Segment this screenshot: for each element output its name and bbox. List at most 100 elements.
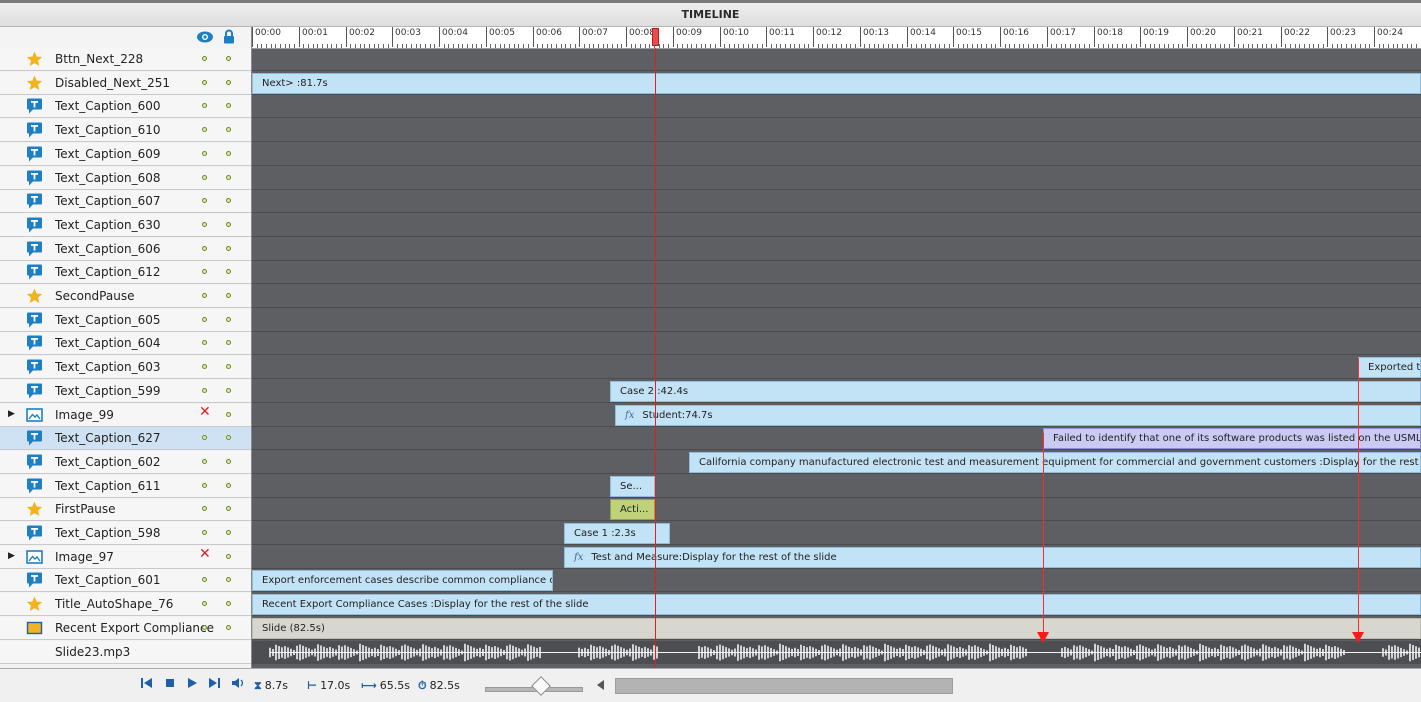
layer-row[interactable]: Text_Caption_610	[0, 119, 251, 142]
lock-toggle[interactable]	[225, 150, 233, 158]
visibility-toggle[interactable]	[201, 339, 209, 347]
lock-toggle[interactable]	[225, 411, 233, 419]
eye-icon[interactable]	[196, 30, 214, 44]
next-icon[interactable]	[207, 677, 221, 689]
scroll-left-icon[interactable]	[597, 680, 604, 690]
visibility-toggle[interactable]	[201, 197, 209, 205]
lock-icon[interactable]	[223, 29, 235, 44]
lock-toggle[interactable]	[225, 197, 233, 205]
timeline-bar[interactable]: Recent Export Compliance Cases :Display …	[252, 594, 1421, 615]
cue-arrow-icon[interactable]	[1037, 632, 1049, 643]
stop-icon[interactable]	[164, 677, 176, 689]
visibility-toggle[interactable]	[201, 79, 209, 87]
time-ruler[interactable]: 00:00 00:01 00:02 00:03 00:04 00:05 00:06 00:07…	[252, 27, 1421, 49]
timeline-bar[interactable]: Export enforcement cases describe common…	[252, 570, 553, 591]
visibility-toggle[interactable]	[201, 458, 209, 466]
audio-waveform[interactable]	[252, 641, 1421, 664]
visibility-toggle[interactable]	[201, 600, 209, 608]
cue-arrow-icon[interactable]	[1352, 632, 1364, 643]
layer-row[interactable]: Text_Caption_600	[0, 95, 251, 118]
lock-toggle[interactable]	[225, 126, 233, 134]
timeline-bar[interactable]: California company manufactured electron…	[689, 452, 1421, 473]
lock-toggle[interactable]	[225, 292, 233, 300]
layer-row[interactable]: Text_Caption_599	[0, 380, 251, 403]
visibility-toggle[interactable]	[201, 316, 209, 324]
lock-toggle[interactable]	[225, 79, 233, 87]
visibility-toggle[interactable]	[201, 529, 209, 537]
layer-row[interactable]: Text_Caption_598	[0, 522, 251, 545]
lock-toggle[interactable]	[225, 102, 233, 110]
lock-toggle[interactable]	[225, 482, 233, 490]
visibility-toggle[interactable]	[201, 624, 209, 632]
layer-row[interactable]: ▶ Image_97 ✕	[0, 546, 251, 569]
expand-arrow-icon[interactable]: ▶	[8, 409, 16, 420]
playhead-line[interactable]	[655, 48, 656, 668]
layer-row[interactable]: Text_Caption_603	[0, 356, 251, 379]
visibility-toggle[interactable]	[201, 174, 209, 182]
timeline-bar[interactable]: fx Student:74.7s	[615, 405, 1421, 426]
timeline-bar[interactable]: Slide (82.5s)	[252, 618, 1421, 639]
visibility-toggle[interactable]	[201, 268, 209, 276]
lock-toggle[interactable]	[225, 458, 233, 466]
visibility-toggle[interactable]	[201, 245, 209, 253]
visibility-toggle[interactable]	[201, 434, 209, 442]
visibility-toggle[interactable]	[201, 363, 209, 371]
visibility-toggle[interactable]	[201, 150, 209, 158]
play-icon[interactable]	[186, 677, 198, 689]
layer-row[interactable]: Text_Caption_605	[0, 309, 251, 332]
layer-row[interactable]: Disabled_Next_251	[0, 72, 251, 95]
layer-row[interactable]: Text_Caption_627	[0, 427, 251, 450]
rewind-icon[interactable]	[140, 677, 154, 689]
layer-row[interactable]: Text_Caption_630	[0, 214, 251, 237]
visibility-toggle[interactable]	[201, 102, 209, 110]
visibility-toggle[interactable]	[201, 482, 209, 490]
timeline-bar[interactable]: Failed to identify that one of its softw…	[1043, 428, 1421, 449]
timeline-bar[interactable]: Se...	[610, 476, 655, 497]
lock-toggle[interactable]	[225, 268, 233, 276]
lock-toggle[interactable]	[225, 363, 233, 371]
layer-row[interactable]: Text_Caption_602	[0, 451, 251, 474]
visibility-toggle[interactable]	[201, 292, 209, 300]
visibility-toggle[interactable]	[201, 505, 209, 513]
lock-toggle[interactable]	[225, 600, 233, 608]
layer-row[interactable]: Text_Caption_606	[0, 238, 251, 261]
layer-row[interactable]: Title_AutoShape_76	[0, 593, 251, 616]
layer-row[interactable]: Text_Caption_604	[0, 332, 251, 355]
lock-toggle[interactable]	[225, 553, 233, 561]
timeline-bar[interactable]: Next> :81.7s	[252, 73, 1421, 94]
layer-row[interactable]: FirstPause	[0, 498, 251, 521]
lock-toggle[interactable]	[225, 576, 233, 584]
layer-row[interactable]: Text_Caption_608	[0, 167, 251, 190]
layer-row[interactable]: Slide23.mp3	[0, 641, 251, 664]
layer-row[interactable]: Text_Caption_607	[0, 190, 251, 213]
timeline-bar[interactable]: Acti...	[610, 499, 655, 520]
zoom-slider-thumb[interactable]	[531, 676, 551, 696]
audio-icon[interactable]	[231, 677, 245, 689]
lock-toggle[interactable]	[225, 529, 233, 537]
lock-toggle[interactable]	[225, 434, 233, 442]
horizontal-scrollbar-thumb[interactable]	[615, 678, 953, 694]
hidden-x-icon[interactable]: ✕	[199, 547, 211, 561]
expand-arrow-icon[interactable]: ▶	[8, 551, 16, 562]
layer-row[interactable]: ▶ Image_99 ✕	[0, 404, 251, 427]
lock-toggle[interactable]	[225, 505, 233, 513]
layer-row[interactable]: Recent Export Compliance...	[0, 617, 251, 640]
visibility-toggle[interactable]	[201, 221, 209, 229]
layer-row[interactable]: Text_Caption_612	[0, 261, 251, 284]
lock-toggle[interactable]	[225, 339, 233, 347]
hidden-x-icon[interactable]: ✕	[199, 405, 211, 419]
lock-toggle[interactable]	[225, 245, 233, 253]
lock-toggle[interactable]	[225, 221, 233, 229]
visibility-toggle[interactable]	[201, 576, 209, 584]
timeline-bar[interactable]: Case 2 :42.4s	[610, 381, 1421, 402]
layer-row[interactable]: Text_Caption_601	[0, 569, 251, 592]
playhead-handle[interactable]	[652, 28, 659, 46]
layer-row[interactable]: Bttn_Next_228	[0, 48, 251, 71]
layer-row[interactable]: Text_Caption_609	[0, 143, 251, 166]
lock-toggle[interactable]	[225, 624, 233, 632]
lock-toggle[interactable]	[225, 387, 233, 395]
visibility-toggle[interactable]	[201, 55, 209, 63]
lock-toggle[interactable]	[225, 55, 233, 63]
timeline-bar[interactable]: fx Test and Measure:Display for the rest …	[564, 547, 1421, 568]
visibility-toggle[interactable]	[201, 126, 209, 134]
